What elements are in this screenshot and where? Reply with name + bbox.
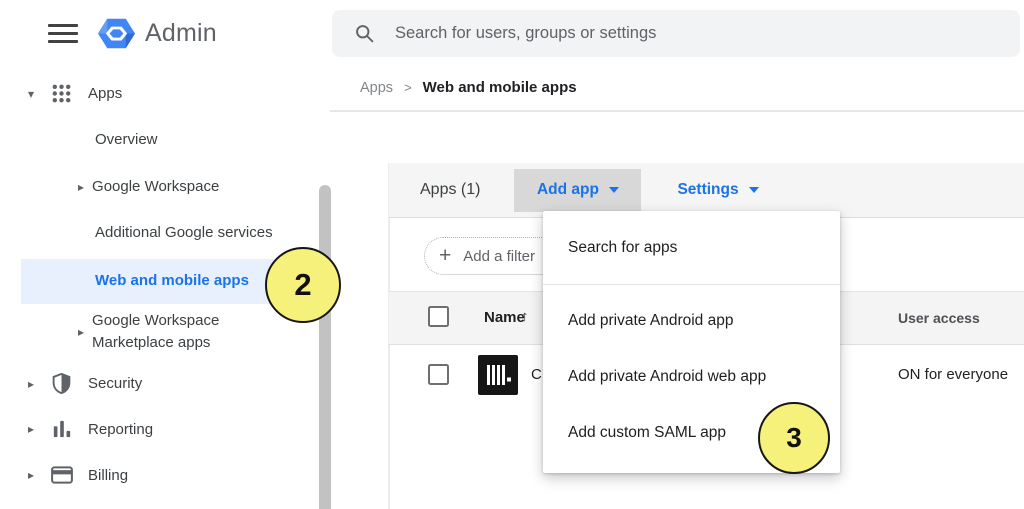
chevron-right-icon[interactable]: ▸ bbox=[78, 180, 84, 194]
add-app-button-label: Add app bbox=[537, 181, 599, 199]
admin-logo-icon bbox=[98, 15, 135, 52]
menu-item-add-private-android-app[interactable]: Add private Android app bbox=[543, 293, 840, 349]
annotation-step-2: 2 bbox=[265, 247, 341, 323]
sidebar-item-security[interactable]: ▸ Security bbox=[28, 372, 142, 395]
sidebar-item-web-and-mobile-apps[interactable]: Web and mobile apps bbox=[95, 272, 249, 289]
select-all-checkbox[interactable] bbox=[428, 306, 449, 327]
caret-down-icon bbox=[749, 187, 759, 193]
search-input[interactable]: Search for users, groups or settings bbox=[332, 10, 1020, 57]
credit-card-icon bbox=[51, 466, 73, 484]
menu-hamburger-icon[interactable] bbox=[48, 24, 78, 43]
sidebar-item-marketplace-apps[interactable]: ▸ Google Workspace Marketplace apps bbox=[78, 310, 252, 354]
app-logo-icon bbox=[478, 355, 518, 395]
column-header-name[interactable]: Name bbox=[484, 309, 525, 326]
breadcrumb: Apps > Web and mobile apps bbox=[360, 79, 577, 96]
admin-logo[interactable]: Admin bbox=[98, 15, 217, 52]
header-divider bbox=[330, 110, 1024, 112]
sort-ascending-icon[interactable]: ↑ bbox=[521, 308, 529, 325]
chevron-right-icon[interactable]: ▸ bbox=[28, 422, 34, 436]
shield-icon bbox=[51, 372, 72, 395]
chevron-right-icon[interactable]: ▸ bbox=[28, 468, 34, 482]
apps-grid-icon bbox=[50, 82, 73, 105]
sidebar-item-label: Google Workspace Marketplace apps bbox=[92, 310, 252, 354]
sidebar-item-label: Google Workspace bbox=[92, 178, 219, 195]
search-placeholder: Search for users, groups or settings bbox=[395, 24, 656, 43]
add-app-button[interactable]: Add app bbox=[514, 169, 641, 212]
sidebar-item-google-workspace[interactable]: ▸ Google Workspace bbox=[78, 178, 219, 195]
annotation-step-2-label: 2 bbox=[294, 267, 311, 303]
sidebar-scrollbar[interactable] bbox=[319, 185, 331, 509]
sidebar-item-label: Reporting bbox=[88, 421, 153, 438]
app-name-cell[interactable]: C bbox=[531, 366, 542, 383]
settings-button[interactable]: Settings bbox=[671, 171, 764, 209]
apps-count-title: Apps (1) bbox=[420, 181, 480, 199]
breadcrumb-separator: > bbox=[404, 80, 412, 95]
annotation-step-3: 3 bbox=[758, 402, 830, 474]
breadcrumb-parent[interactable]: Apps bbox=[360, 80, 393, 96]
breadcrumb-current: Web and mobile apps bbox=[423, 79, 577, 96]
sidebar-item-overview[interactable]: Overview bbox=[95, 131, 158, 148]
apps-toolbar: Apps (1) Add app Settings bbox=[389, 163, 1024, 218]
column-header-user-access: User access bbox=[898, 310, 980, 326]
search-icon bbox=[354, 23, 375, 44]
row-checkbox[interactable] bbox=[428, 364, 449, 385]
caret-down-icon bbox=[609, 187, 619, 193]
logo-text: Admin bbox=[145, 19, 217, 48]
annotation-step-3-label: 3 bbox=[786, 422, 802, 454]
sidebar-item-additional-google-services[interactable]: Additional Google services bbox=[95, 224, 273, 241]
menu-item-search-for-apps[interactable]: Search for apps bbox=[543, 211, 840, 285]
sidebar-item-billing[interactable]: ▸ Billing bbox=[28, 466, 128, 484]
sidebar-item-apps[interactable]: ▾ Apps bbox=[28, 82, 122, 105]
sidebar-item-label: Billing bbox=[88, 467, 128, 484]
plus-icon: + bbox=[439, 244, 451, 268]
chevron-right-icon[interactable]: ▸ bbox=[78, 325, 84, 339]
add-filter-label: Add a filter bbox=[463, 248, 535, 265]
sidebar-item-reporting[interactable]: ▸ Reporting bbox=[28, 419, 153, 439]
sidebar-item-label: Security bbox=[88, 375, 142, 392]
user-access-cell: ON for everyone bbox=[898, 366, 1008, 383]
bar-chart-icon bbox=[52, 419, 72, 439]
settings-button-label: Settings bbox=[677, 181, 738, 199]
chevron-right-icon[interactable]: ▸ bbox=[28, 377, 34, 391]
sidebar-item-label: Apps bbox=[88, 85, 122, 102]
chevron-down-icon[interactable]: ▾ bbox=[28, 87, 34, 101]
menu-item-add-private-android-web-app[interactable]: Add private Android web app bbox=[543, 349, 840, 405]
